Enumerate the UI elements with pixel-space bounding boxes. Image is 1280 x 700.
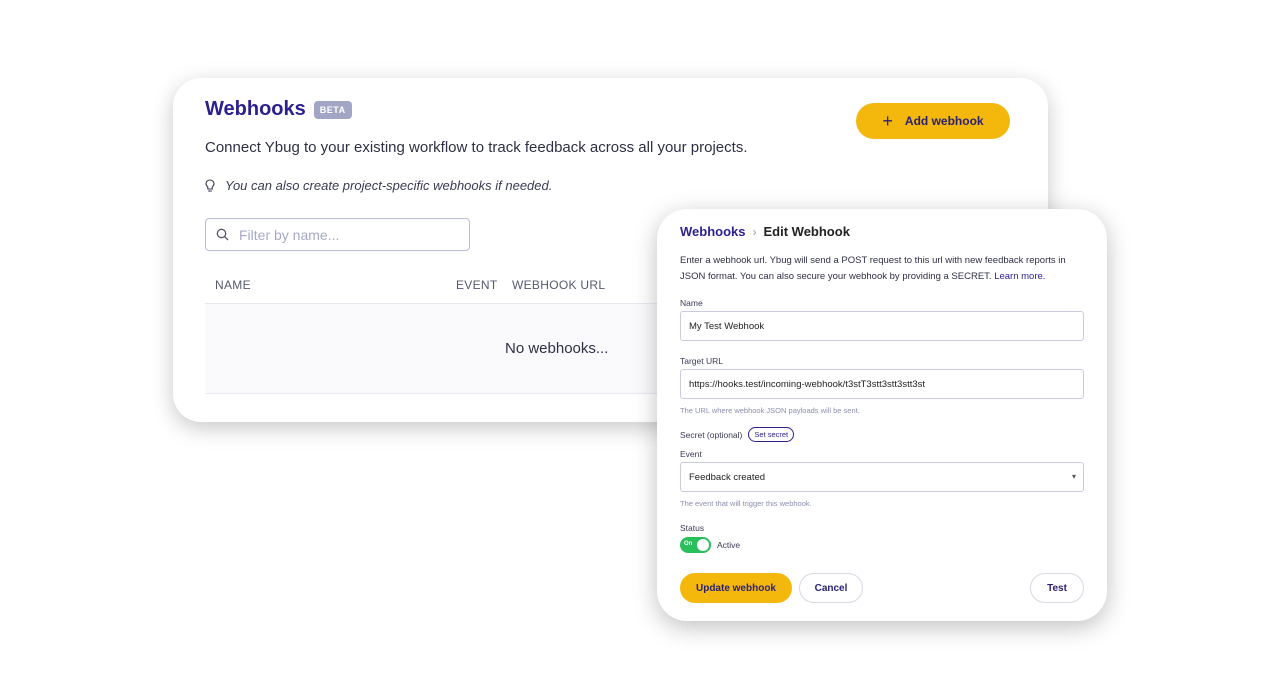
toggle-on-text: On (684, 541, 693, 547)
stage: Webhooks BETA + Add webhook Connect Ybug… (0, 0, 1280, 700)
event-value: Feedback created (689, 471, 766, 483)
empty-message: No webhooks... (505, 340, 609, 357)
name-field[interactable]: My Test Webhook (680, 311, 1084, 341)
intro-text: Enter a webhook url. Ybug will send a PO… (680, 253, 1085, 285)
target-url-help: The URL where webhook JSON payloads will… (680, 406, 860, 415)
add-webhook-button[interactable]: + Add webhook (856, 103, 1010, 139)
cancel-button[interactable]: Cancel (799, 573, 863, 603)
event-select[interactable]: Feedback created ▾ (680, 462, 1084, 492)
filter-box (205, 218, 470, 251)
chevron-down-icon: ▾ (1071, 472, 1076, 481)
page-title: Webhooks (205, 98, 306, 120)
hint: You can also create project-specific web… (205, 178, 552, 193)
status-value: Active (717, 540, 741, 550)
target-url-field[interactable]: https://hooks.test/incoming-webhook/t3st… (680, 369, 1084, 399)
page-subtitle: Connect Ybug to your existing workflow t… (205, 139, 748, 156)
breadcrumb: Webhooks › Edit Webhook (680, 224, 850, 239)
column-header-webhook-url[interactable]: WEBHOOK URL (512, 278, 605, 292)
breadcrumb-current: Edit Webhook (763, 224, 850, 239)
add-webhook-label: Add webhook (904, 114, 984, 128)
plus-icon: + (882, 111, 893, 131)
column-header-event[interactable]: EVENT (456, 278, 498, 292)
column-header-name[interactable]: NAME (215, 278, 251, 292)
toggle-knob (697, 539, 709, 551)
lightbulb-icon (205, 178, 215, 192)
search-icon (216, 228, 229, 241)
secret-row: Secret (optional) Set secret (680, 427, 795, 442)
secret-label: Secret (optional) (680, 429, 743, 440)
target-url-label: Target URL (680, 356, 723, 366)
edit-webhook-card: Webhooks › Edit Webhook Enter a webhook … (657, 209, 1107, 621)
event-help: The event that will trigger this webhook… (680, 499, 812, 508)
chevron-right-icon: › (752, 224, 757, 239)
test-button[interactable]: Test (1030, 573, 1084, 603)
name-value: My Test Webhook (689, 320, 765, 332)
beta-badge: BETA (313, 100, 352, 119)
status-row: On Active (680, 537, 740, 553)
filter-input[interactable] (239, 226, 449, 243)
breadcrumb-webhooks-link[interactable]: Webhooks (680, 224, 746, 239)
event-label: Event (680, 449, 702, 459)
target-url-value: https://hooks.test/incoming-webhook/t3st… (689, 378, 926, 390)
name-label: Name (680, 298, 703, 308)
title-row: Webhooks BETA (205, 98, 352, 121)
set-secret-button[interactable]: Set secret (748, 427, 795, 442)
hint-text: You can also create project-specific web… (225, 178, 553, 193)
status-label: Status (680, 523, 705, 533)
status-toggle[interactable]: On (680, 537, 711, 553)
update-webhook-button[interactable]: Update webhook (680, 573, 792, 603)
learn-more-link[interactable]: Learn more. (994, 271, 1045, 282)
